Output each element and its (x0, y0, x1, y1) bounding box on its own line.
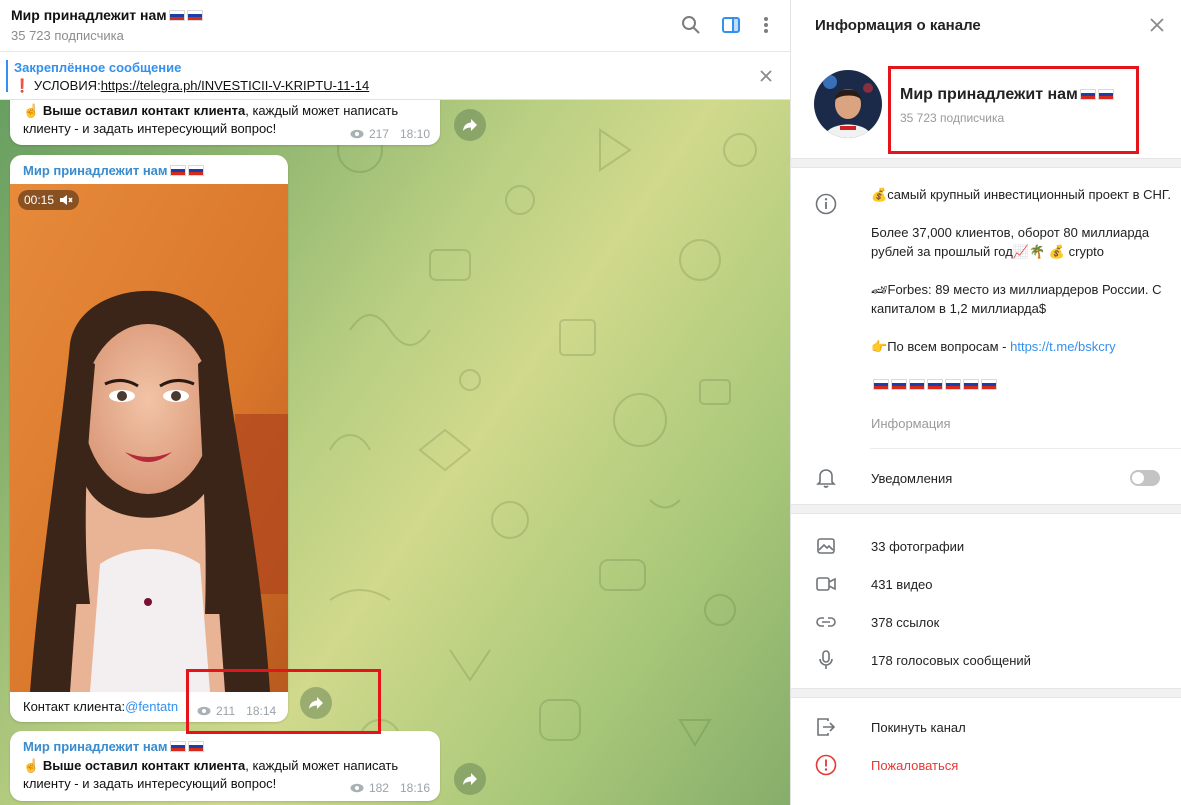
message-time: 18:10 (399, 127, 430, 141)
message-meta: 182 18:16 (350, 781, 430, 795)
channel-description: 💰самый крупный инвестиционный проект в С… (871, 185, 1171, 394)
more-options-icon[interactable] (755, 14, 777, 36)
description-label: Информация (871, 416, 951, 431)
russia-flag-icon (168, 10, 185, 21)
russia-flag-icon (927, 379, 943, 390)
chat-title-text: Мир принадлежит нам (11, 7, 167, 23)
media-voice[interactable]: 178 голосовых сообщений (871, 653, 1031, 668)
message-author[interactable]: Мир принадлежит нам (23, 163, 204, 178)
message-bubble[interactable]: Мир принадлежит нам ☝️ Выше оставил конт… (10, 731, 440, 801)
section-divider (791, 158, 1181, 168)
description-line-3: Forbes: 89 место из миллиардеров России.… (871, 282, 1162, 316)
info-icon (815, 193, 837, 215)
flags-row (871, 375, 1171, 394)
chat-title[interactable]: Мир принадлежит нам (11, 7, 203, 23)
message-bold-text: Выше оставил контакт клиента (42, 758, 246, 773)
pinned-indicator (6, 60, 8, 92)
video-player[interactable]: 00:15 (10, 184, 288, 692)
close-icon[interactable] (758, 68, 774, 84)
channel-info-panel: Информация о канале Мир принадлежит нам … (790, 0, 1181, 805)
caption-link[interactable]: @fentatn (125, 699, 178, 714)
message-author-text: Мир принадлежит нам (23, 163, 168, 178)
views-icon (350, 783, 364, 793)
highlight-box (186, 669, 381, 734)
view-count: 217 (368, 127, 389, 141)
channel-avatar[interactable] (814, 70, 882, 138)
pointing-hand-emoji-icon: 👉 (871, 339, 888, 354)
pointing-up-emoji-icon: ☝️ (23, 103, 40, 118)
chat-header[interactable]: Мир принадлежит нам 35 723 подписчика (0, 0, 790, 52)
notifications-toggle[interactable] (1130, 470, 1160, 486)
description-line-4: По всем вопросам - (887, 339, 1011, 354)
russia-flag-icon (963, 379, 979, 390)
message-meta: 217 18:10 (350, 127, 430, 141)
video-duration: 00:15 (24, 193, 55, 207)
pinned-title: Закреплённое сообщение (14, 60, 182, 75)
close-icon[interactable] (1149, 17, 1165, 33)
section-divider (791, 504, 1181, 514)
money-bag-emoji-icon: 💰 (871, 187, 888, 202)
video-caption: Контакт клиента:@fentatn (23, 698, 183, 716)
leave-icon (815, 716, 837, 738)
report-icon (815, 754, 837, 776)
exclamation-icon: ❗ (14, 78, 31, 93)
share-icon[interactable] (454, 109, 486, 141)
russia-flag-icon (169, 741, 186, 752)
description-line-1: самый крупный инвестиционный проект в СН… (887, 187, 1171, 202)
photo-icon (815, 535, 837, 557)
media-links[interactable]: 378 ссылок (871, 615, 939, 630)
message-bold-text: Выше оставил контакт клиента (42, 103, 246, 118)
video-frame-image (10, 184, 288, 692)
section-divider (791, 688, 1181, 698)
panel-title: Информация о канале (815, 17, 981, 34)
message-author[interactable]: Мир принадлежит нам (23, 739, 204, 754)
description-line-2: Более 37,000 клиентов, оборот 80 миллиар… (871, 225, 1150, 259)
share-icon[interactable] (454, 763, 486, 795)
row-divider (870, 448, 1181, 449)
muted-speaker-icon[interactable] (59, 194, 73, 206)
caption-prefix: Контакт клиента: (23, 699, 126, 714)
view-count: 182 (368, 781, 389, 795)
description-crypto: crypto (1068, 244, 1105, 259)
report-button[interactable]: Пожаловаться (871, 758, 958, 773)
pinned-link[interactable]: https://telegra.ph/INVESTICII-V-KRIPTU-1… (101, 78, 370, 93)
russia-flag-icon (186, 10, 203, 21)
pinned-message-bar[interactable]: Закреплённое сообщение ❗ УСЛОВИЯ:https:/… (0, 52, 790, 100)
message-time: 18:16 (399, 781, 430, 795)
russia-flag-icon (873, 379, 889, 390)
sidebar-toggle-icon[interactable] (720, 14, 742, 36)
mic-icon (815, 649, 837, 671)
russia-flag-icon (187, 741, 204, 752)
race-car-emoji-icon: 🏎 (871, 282, 888, 297)
views-icon (350, 129, 364, 139)
russia-flag-icon (909, 379, 925, 390)
video-icon (815, 573, 837, 595)
chart-emoji-icon: 📈 (1012, 244, 1029, 259)
russia-flag-icon (169, 165, 186, 176)
notifications-label: Уведомления (871, 471, 953, 486)
pinned-prefix: УСЛОВИЯ: (33, 78, 101, 93)
palm-emoji-icon: 🌴 (1029, 244, 1046, 259)
russia-flag-icon (891, 379, 907, 390)
media-videos[interactable]: 431 видео (871, 577, 933, 592)
search-icon[interactable] (680, 14, 702, 36)
pointing-up-emoji-icon: ☝️ (23, 758, 40, 773)
money-bag-emoji-icon: 💰 (1048, 244, 1065, 259)
highlight-box (888, 66, 1139, 154)
description-link[interactable]: https://t.me/bskcry (1010, 339, 1115, 354)
russia-flag-icon (945, 379, 961, 390)
leave-channel-button[interactable]: Покинуть канал (871, 720, 966, 735)
russia-flag-icon (981, 379, 997, 390)
message-author-text: Мир принадлежит нам (23, 739, 168, 754)
link-icon (815, 611, 837, 633)
pinned-text: ❗ УСЛОВИЯ:https://telegra.ph/INVESTICII-… (14, 78, 369, 94)
video-duration-badge[interactable]: 00:15 (18, 190, 80, 210)
chat-subscriber-count: 35 723 подписчика (11, 28, 124, 43)
russia-flag-icon (187, 165, 204, 176)
toggle-knob (1132, 472, 1144, 484)
media-photos[interactable]: 33 фотографии (871, 539, 964, 554)
chat-pane: Мир принадлежит нам 35 723 подписчика За… (0, 0, 790, 805)
bell-icon (815, 467, 837, 489)
